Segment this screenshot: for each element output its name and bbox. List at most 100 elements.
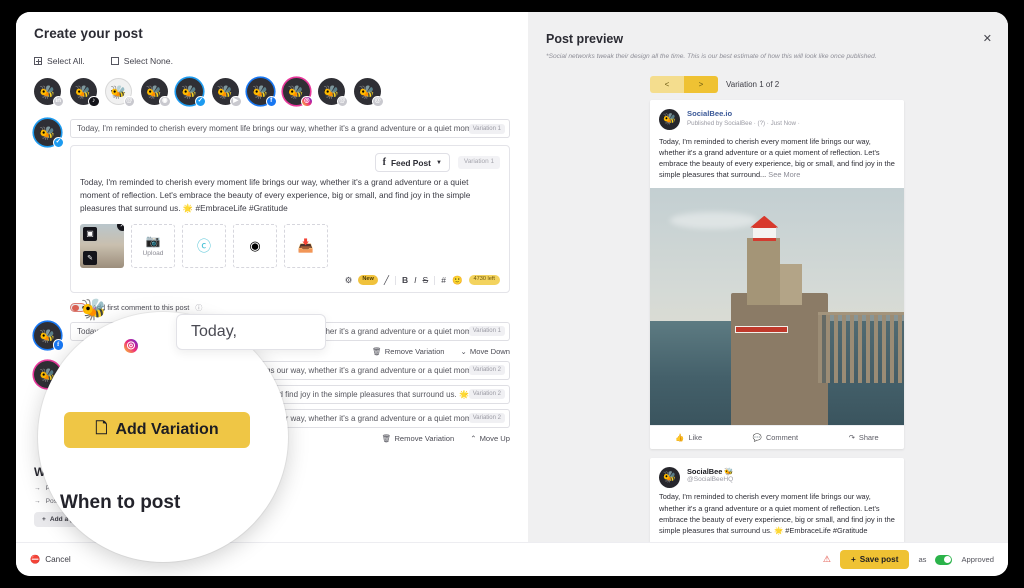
remove-variation-button-2[interactable]: 🗑 Remove Variation — [382, 434, 454, 443]
bee-icon: 🐝 — [80, 298, 108, 322]
instagram-badge-icon: ◎ — [301, 95, 313, 107]
like-button[interactable]: 👍 Like — [675, 433, 702, 442]
linkedin-badge-icon: in — [52, 95, 64, 107]
bee-icon: 🐝 — [662, 471, 677, 484]
save-post-button[interactable]: + Save post — [839, 550, 910, 569]
account-selector-row: 🐝 in 🐝 ♪ 🐝 @ 🐝 ◉ 🐝 ✓ 🐝 ▶ 🐝 f 🐝 ◎ 🐝 @ 🐝 @ — [34, 78, 510, 107]
twitter-account-name[interactable]: SocialBee 🐝 — [687, 467, 734, 476]
instagram-account[interactable]: 🐝 ◎ — [282, 78, 313, 107]
remove-variation-label-1: Remove Variation — [384, 346, 445, 356]
variation-badge-1: Variation 1 — [468, 326, 505, 337]
share-label: Share — [858, 433, 879, 443]
edit-pencil-icon[interactable]: ✎ — [83, 250, 97, 265]
select-none-button[interactable]: Select None. — [110, 56, 173, 66]
clear-format-icon[interactable]: ╱ — [384, 275, 389, 286]
crop-icon[interactable]: ▣ — [83, 226, 97, 241]
lens-when-to-post-heading: When to post — [60, 492, 181, 513]
feed-post-dropdown[interactable]: f Feed Post ▼ — [374, 153, 450, 172]
comment-button[interactable]: 💬 Comment — [753, 433, 798, 442]
next-variation-button[interactable]: > — [684, 76, 718, 93]
select-all-label: Select All. — [47, 56, 85, 66]
twitter-badge-icon: ✓ — [52, 136, 64, 148]
bluesky-badge-icon: ◉ — [159, 95, 171, 107]
linkedin-account[interactable]: 🐝 in — [34, 78, 64, 107]
threads-account[interactable]: 🐝 @ — [105, 78, 135, 107]
post-editor-modal: Create your post Select All. Select None… — [16, 12, 1008, 576]
emoji-settings-icon[interactable]: ⚙ — [345, 275, 353, 286]
trash-icon: 🗑 — [381, 433, 392, 443]
strikethrough-button[interactable]: S — [423, 275, 429, 285]
facebook-account[interactable]: 🐝 f — [247, 78, 277, 107]
threads-2-badge-icon: @ — [336, 95, 348, 107]
remove-variation-button-1[interactable]: 🗑 Remove Variation — [372, 347, 444, 356]
jetty-top — [817, 311, 904, 315]
remove-media-icon[interactable]: ✕ — [117, 223, 124, 231]
canva-slot[interactable]: ⓒ — [182, 223, 226, 268]
plus-icon: + — [850, 555, 856, 564]
bee-icon: 🐝 — [181, 84, 198, 100]
share-button[interactable]: ↷ Share — [849, 433, 879, 442]
bold-button[interactable]: B — [402, 275, 408, 285]
media-thumbnail[interactable]: ✕ ▣ ✎ — [80, 223, 124, 268]
camera-icon: 📷 — [145, 234, 161, 249]
threads-account-3[interactable]: 🐝 @ — [353, 78, 384, 107]
variation-counter: Variation 1 of 2 — [726, 80, 780, 89]
move-up-button[interactable]: ⌃ Move Up — [470, 434, 510, 443]
emoji-picker-icon[interactable]: 🙂 — [452, 275, 463, 286]
post-actions: 👍 Like 💬 Comment ↷ Share — [650, 425, 904, 449]
media-row: ✕ ▣ ✎ 📷 Upload ⓒ ◉ 📥 — [80, 223, 500, 268]
lens-today-input[interactable]: Today, — [176, 314, 326, 350]
tiktok-badge-icon: ♪ — [88, 95, 100, 107]
canva-icon: ⓒ — [197, 239, 211, 255]
editor-body-text[interactable]: Today, I'm reminded to cherish every mom… — [80, 176, 500, 215]
twitter-badge-icon: ✓ — [194, 95, 206, 107]
warning-icon[interactable]: ⚠ — [823, 554, 831, 565]
facebook-icon: f — [382, 157, 386, 168]
avatar: 🐝 — [659, 109, 680, 130]
see-more-link[interactable]: See More — [768, 170, 800, 179]
lighthouse-tower — [746, 238, 780, 305]
gif-slot[interactable]: ◉ — [233, 223, 277, 268]
twitter-preview-card: 🐝 SocialBee 🐝 @SocialBeeHQ Today, I'm re… — [650, 458, 904, 542]
empty-square-icon — [110, 57, 119, 65]
hashtag-button[interactable]: # — [441, 275, 446, 285]
preview-cards: 🐝 SocialBee.io Published by SocialBee · … — [650, 100, 904, 542]
twitter-account[interactable]: 🐝 ✓ — [176, 78, 206, 107]
facebook-badge-icon: f — [265, 95, 277, 107]
post-body: Today, I'm reminded to cherish every mom… — [650, 130, 904, 188]
toolbar-divider — [395, 275, 397, 285]
youtube-account[interactable]: 🐝 ▶ — [211, 78, 242, 107]
move-down-button[interactable]: ⌄ Move Down — [461, 347, 510, 356]
bee-icon: 🐝 — [662, 113, 677, 126]
add-variation-button[interactable]: 🗋 Add Variation — [64, 412, 250, 448]
threads-badge-icon: @ — [123, 95, 135, 107]
select-all-button[interactable]: Select All. — [34, 56, 85, 66]
bluesky-account[interactable]: 🐝 ◉ — [140, 78, 171, 107]
prev-variation-button[interactable]: < — [650, 76, 684, 93]
bee-icon: 🐝 — [39, 84, 56, 100]
move-down-label: Move Down — [469, 346, 510, 356]
variation-nav: < > Variation 1 of 2 — [650, 76, 1008, 93]
tiktok-account[interactable]: 🐝 ♪ — [69, 78, 100, 107]
twitter-post-body: Today, I'm reminded to cherish every mom… — [659, 492, 895, 535]
drive-slot[interactable]: 📥 — [284, 223, 328, 268]
approved-toggle[interactable] — [935, 554, 953, 565]
select-none-label: Select None. — [123, 56, 173, 66]
twitter-handle: @SocialBeeHQ — [687, 476, 734, 484]
upload-label: Upload — [142, 250, 164, 258]
close-icon[interactable]: ✕ — [983, 32, 992, 45]
composer-input-value: Today, I'm reminded to cherish every mom… — [77, 124, 483, 133]
gif-icon: ◉ — [249, 237, 261, 253]
toolbar-divider-2 — [434, 275, 436, 285]
as-label: as — [918, 555, 927, 564]
copy-icon: 🗋 — [95, 419, 108, 437]
composer-input[interactable]: Today, I'm reminded to cherish every mom… — [70, 119, 510, 138]
threads-account-2[interactable]: 🐝 @ — [318, 78, 348, 107]
upload-slot[interactable]: 📷 Upload — [131, 223, 175, 268]
page-title: Create your post — [34, 26, 143, 41]
italic-button[interactable]: I — [414, 275, 416, 285]
move-up-label: Move Up — [479, 433, 510, 443]
comment-label: Comment — [765, 433, 799, 443]
account-name[interactable]: SocialBee.io — [687, 109, 800, 118]
trash-icon: 🗑 — [372, 346, 382, 356]
